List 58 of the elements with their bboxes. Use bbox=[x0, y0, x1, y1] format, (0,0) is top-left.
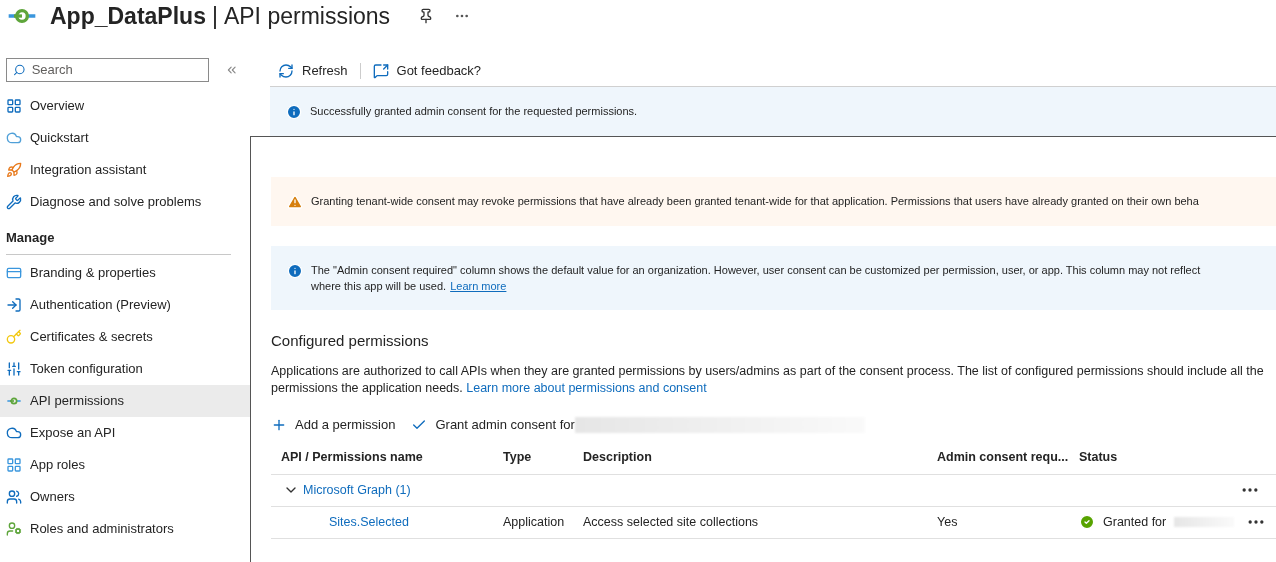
banner-text: where this app will be used. bbox=[311, 279, 447, 294]
nav-item[interactable]: App roles bbox=[0, 448, 250, 481]
rocket-icon bbox=[6, 162, 22, 178]
nav-item[interactable]: Authentication (Preview) bbox=[0, 288, 250, 321]
nav-item[interactable]: Certificates & secrets bbox=[0, 320, 250, 353]
nav-item[interactable]: Token configuration bbox=[0, 352, 250, 385]
person-icon bbox=[6, 520, 22, 537]
nav-item[interactable]: Quickstart bbox=[0, 122, 250, 154]
cloud-icon bbox=[6, 130, 22, 146]
learn-more-link[interactable]: Learn more bbox=[450, 278, 507, 294]
grant-consent-button[interactable]: Grant admin consent for bbox=[411, 414, 575, 435]
nav-item[interactable]: Expose an API bbox=[0, 416, 250, 449]
refresh-button[interactable]: Refresh bbox=[278, 61, 348, 81]
nav-item[interactable]: Diagnose and solve problems bbox=[0, 186, 250, 218]
sign-in-icon bbox=[6, 296, 22, 313]
column-header: Status bbox=[1079, 448, 1119, 466]
table-cell-text: Application bbox=[503, 513, 566, 531]
learn-more-link[interactable]: Learn more about permissions and consent bbox=[466, 380, 707, 395]
sliders-icon bbox=[6, 360, 22, 377]
wrench-icon bbox=[6, 194, 22, 210]
status-text: Granted for bbox=[1103, 513, 1167, 531]
column-header: API / Permissions name bbox=[281, 448, 424, 466]
info-icon bbox=[287, 263, 303, 279]
section-heading: Manage bbox=[5, 229, 56, 247]
feedback-button[interactable]: Got feedback? bbox=[372, 61, 482, 81]
column-header: Admin consent requ... bbox=[937, 448, 1070, 466]
app-name: App_DataPlus bbox=[50, 1, 206, 31]
redacted-block bbox=[1174, 517, 1235, 527]
nav-item[interactable]: Branding & properties bbox=[0, 256, 250, 289]
table-cell-text: Yes bbox=[937, 513, 959, 531]
column-header: Type bbox=[503, 448, 533, 466]
nav-item[interactable]: Roles and administrators bbox=[0, 512, 250, 545]
search-box[interactable]: Search bbox=[6, 58, 209, 82]
column-header: Description bbox=[583, 448, 653, 466]
banner-text: Successfully granted admin consent for the requested permissions. bbox=[310, 105, 638, 117]
refresh-icon bbox=[278, 63, 294, 79]
section-title: Configured permissions bbox=[271, 331, 430, 351]
banner-text: The "Admin consent required" column shows the default value for an organization. However, user consent can be customized per permission, user, or app. This column may not reflect bbox=[311, 264, 1201, 276]
feedback-icon bbox=[372, 63, 389, 79]
search-icon bbox=[13, 63, 26, 77]
search-field[interactable]: Search bbox=[31, 60, 202, 80]
page-title: API permissions bbox=[223, 1, 391, 31]
add-permission-button[interactable]: Add a permission bbox=[271, 414, 396, 435]
title-separator: | bbox=[211, 1, 218, 31]
nav-item[interactable]: Overview bbox=[0, 90, 250, 122]
nav-item[interactable]: Owners bbox=[0, 480, 250, 513]
warning-icon bbox=[287, 194, 303, 210]
grid-icon bbox=[6, 98, 22, 114]
section-description: Applications are authorized to call APIs when they are granted permissions by users/admins as part of the consent process. The list of configured permissions should include all the permissions the application needs. Learn more about permissions and consent bbox=[271, 362, 1265, 397]
group-toggle[interactable]: Microsoft Graph (1) bbox=[283, 480, 411, 500]
key-icon bbox=[6, 328, 22, 345]
nav-item[interactable]: API permissions bbox=[0, 384, 250, 417]
people-icon bbox=[6, 488, 22, 505]
banner-text: Granting tenant-wide consent may revoke permissions that have already been granted tenant-wide for that application. Permissions that users have already granted on their own beha bbox=[311, 195, 1199, 207]
permission-link[interactable]: Sites.Selected bbox=[281, 512, 409, 532]
nav-item[interactable]: Integration assistant bbox=[0, 154, 250, 186]
info-icon bbox=[286, 104, 302, 120]
table-cell-text: Access selected site collections bbox=[583, 513, 760, 531]
